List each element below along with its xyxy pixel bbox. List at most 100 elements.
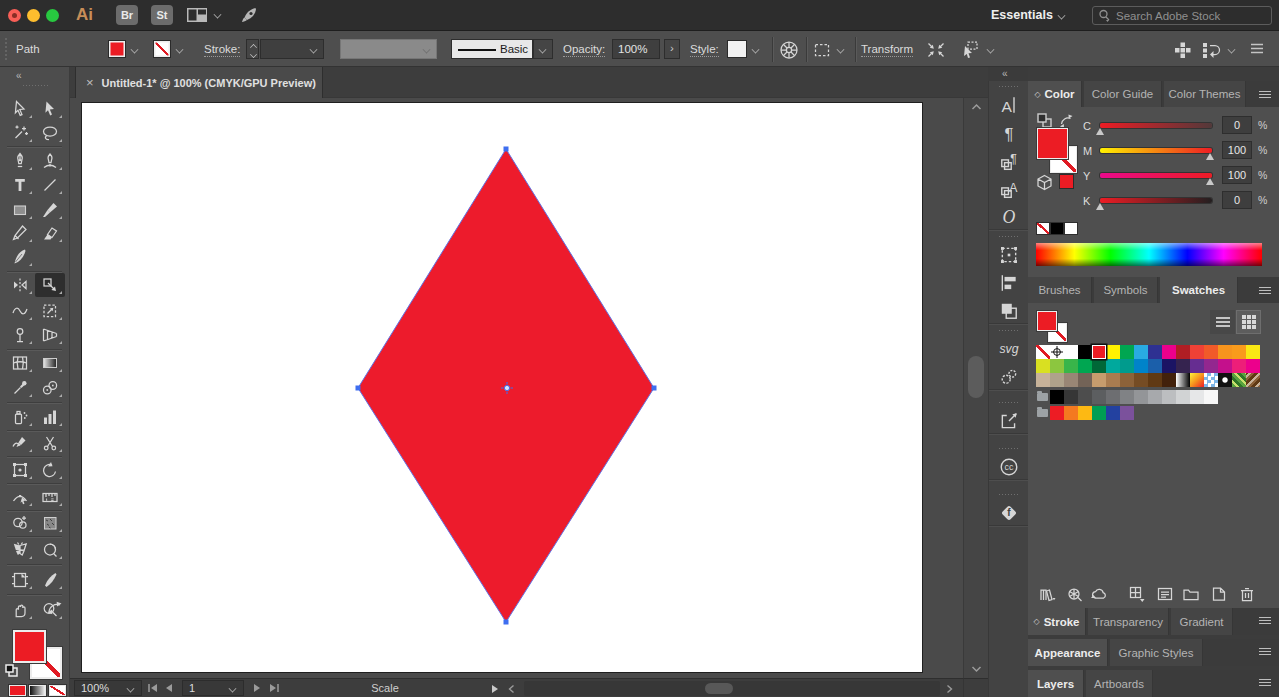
warp-tool[interactable] <box>5 299 35 323</box>
opacity-panel-link[interactable]: Opacity: <box>563 43 605 57</box>
workspace-switcher[interactable]: Essentials <box>991 8 1053 22</box>
fill-color-swatch[interactable] <box>108 40 126 58</box>
swatch-grad_or[interactable] <box>1190 373 1204 387</box>
swatch-color[interactable] <box>1162 345 1176 359</box>
slider-track[interactable] <box>1100 148 1212 153</box>
swatch-color[interactable] <box>1204 390 1218 404</box>
swatch-color[interactable] <box>1148 345 1162 359</box>
stroke-color-swatch[interactable] <box>153 40 171 58</box>
list-view-button[interactable] <box>1210 310 1235 334</box>
character-panel[interactable]: A <box>997 93 1021 117</box>
white-swatch[interactable] <box>1064 222 1078 235</box>
black-swatch[interactable] <box>1050 222 1064 235</box>
swatch-color[interactable] <box>1176 390 1190 404</box>
reflect-tool[interactable] <box>5 273 35 297</box>
tab-color-themes[interactable]: Color Themes <box>1164 81 1246 107</box>
rotate-view-tool[interactable] <box>35 538 65 562</box>
fill-proxy[interactable] <box>13 630 46 663</box>
collapse-dock-icon[interactable]: « <box>1002 68 1007 79</box>
swatch-color[interactable] <box>1162 373 1176 387</box>
channel-value[interactable]: 0 <box>1222 191 1252 209</box>
type-tool[interactable] <box>5 173 35 197</box>
scroll-right-icon[interactable] <box>946 684 954 694</box>
swatch-color[interactable] <box>1078 359 1092 373</box>
tab-gradient[interactable]: Gradient <box>1171 608 1233 635</box>
paintbrush-tool[interactable] <box>35 198 65 222</box>
swatch-color[interactable] <box>1148 390 1162 404</box>
shape-builder-tool[interactable] <box>5 511 35 535</box>
channel-value[interactable]: 0 <box>1222 116 1252 134</box>
swatch-color[interactable] <box>1134 359 1148 373</box>
arrange-panel-chevron[interactable] <box>1228 46 1236 54</box>
swatch-color[interactable] <box>1106 373 1120 387</box>
slider-knob[interactable] <box>1096 128 1104 135</box>
opacity-stepper-button[interactable]: › <box>664 39 680 59</box>
zoom-window-button[interactable] <box>46 9 59 22</box>
previous-artboard-icon[interactable] <box>164 683 174 693</box>
gradient-tool[interactable] <box>35 351 65 375</box>
swatch-color[interactable] <box>1050 390 1064 404</box>
swatch-libraries-menu[interactable] <box>1038 585 1056 603</box>
scroll-down-icon[interactable] <box>971 665 982 673</box>
shaper-tool[interactable] <box>5 221 35 245</box>
symbol-tool[interactable] <box>5 538 35 562</box>
live-paint-bucket-tool[interactable] <box>5 458 35 482</box>
rectangle-tool[interactable] <box>5 198 35 222</box>
fill-color-chevron[interactable] <box>131 46 139 54</box>
new-color-group[interactable] <box>1182 585 1200 603</box>
brush-definition-select[interactable]: Basic <box>451 39 533 59</box>
swatch-color[interactable] <box>1078 390 1092 404</box>
slider-track[interactable] <box>1100 123 1212 128</box>
swatch-color[interactable] <box>1190 390 1204 404</box>
swatch-color[interactable] <box>1134 390 1148 404</box>
stroke-weight-select[interactable] <box>260 39 324 59</box>
tab-color-guide[interactable]: Color Guide <box>1084 81 1162 107</box>
swatch-color[interactable] <box>1134 373 1148 387</box>
tab-swatches[interactable]: Swatches <box>1160 277 1238 303</box>
pathfinder-panel[interactable] <box>997 299 1021 323</box>
swatch-color[interactable] <box>1064 359 1078 373</box>
lasso-tool[interactable] <box>35 121 65 145</box>
swatch-color[interactable] <box>1106 406 1120 420</box>
swap-fill-stroke-icon[interactable] <box>46 600 64 616</box>
variable-width-profile-select[interactable] <box>340 39 437 59</box>
measure-tool[interactable] <box>35 485 65 509</box>
swatch-color[interactable] <box>1120 390 1134 404</box>
control-menu-icon[interactable] <box>1250 43 1264 55</box>
artboard-tool[interactable] <box>5 568 35 592</box>
swatch-color[interactable] <box>1036 373 1050 387</box>
arrange-documents-icon[interactable] <box>186 7 208 23</box>
stroke-weight-stepper[interactable] <box>246 39 259 59</box>
swatch-color[interactable] <box>1092 390 1106 404</box>
tab-appearance[interactable]: Appearance <box>1028 639 1108 666</box>
smooth-tool[interactable] <box>5 431 35 455</box>
swatch-pat_dot[interactable] <box>1218 373 1232 387</box>
pen-tool[interactable] <box>5 149 35 173</box>
panel-menu-icon[interactable] <box>1259 648 1271 655</box>
export-panel[interactable] <box>997 409 1021 433</box>
swatch-color[interactable] <box>1148 373 1162 387</box>
swatch-color[interactable] <box>1050 373 1064 387</box>
panel-menu-icon[interactable] <box>1259 91 1271 98</box>
knife-tool[interactable] <box>35 568 65 592</box>
magic-wand-tool[interactable] <box>5 121 35 145</box>
swatch-color[interactable] <box>1078 406 1092 420</box>
rotate-tool[interactable] <box>35 458 65 482</box>
scroll-left-icon[interactable] <box>507 684 515 694</box>
brush-definition-chevron[interactable] <box>533 39 553 59</box>
slider-knob[interactable] <box>1206 178 1214 185</box>
swatch-color[interactable] <box>1190 345 1204 359</box>
swatch-color[interactable] <box>1176 345 1190 359</box>
horizontal-scrollbar[interactable] <box>524 681 940 696</box>
zoom-level-select[interactable]: 100% <box>74 680 142 696</box>
anchor-point-tool[interactable] <box>5 485 35 509</box>
panel-menu-icon[interactable] <box>1259 679 1271 686</box>
channel-value[interactable]: 100 <box>1222 141 1252 159</box>
default-fill-stroke-icon[interactable] <box>5 664 19 678</box>
next-artboard-icon[interactable] <box>252 683 262 693</box>
channel-value[interactable]: 100 <box>1222 166 1252 184</box>
strip-grip[interactable] <box>998 401 1020 404</box>
tab-symbols[interactable]: Symbols <box>1094 277 1158 303</box>
panel-menu-icon[interactable] <box>1259 287 1271 294</box>
scroll-up-icon[interactable] <box>971 103 982 111</box>
